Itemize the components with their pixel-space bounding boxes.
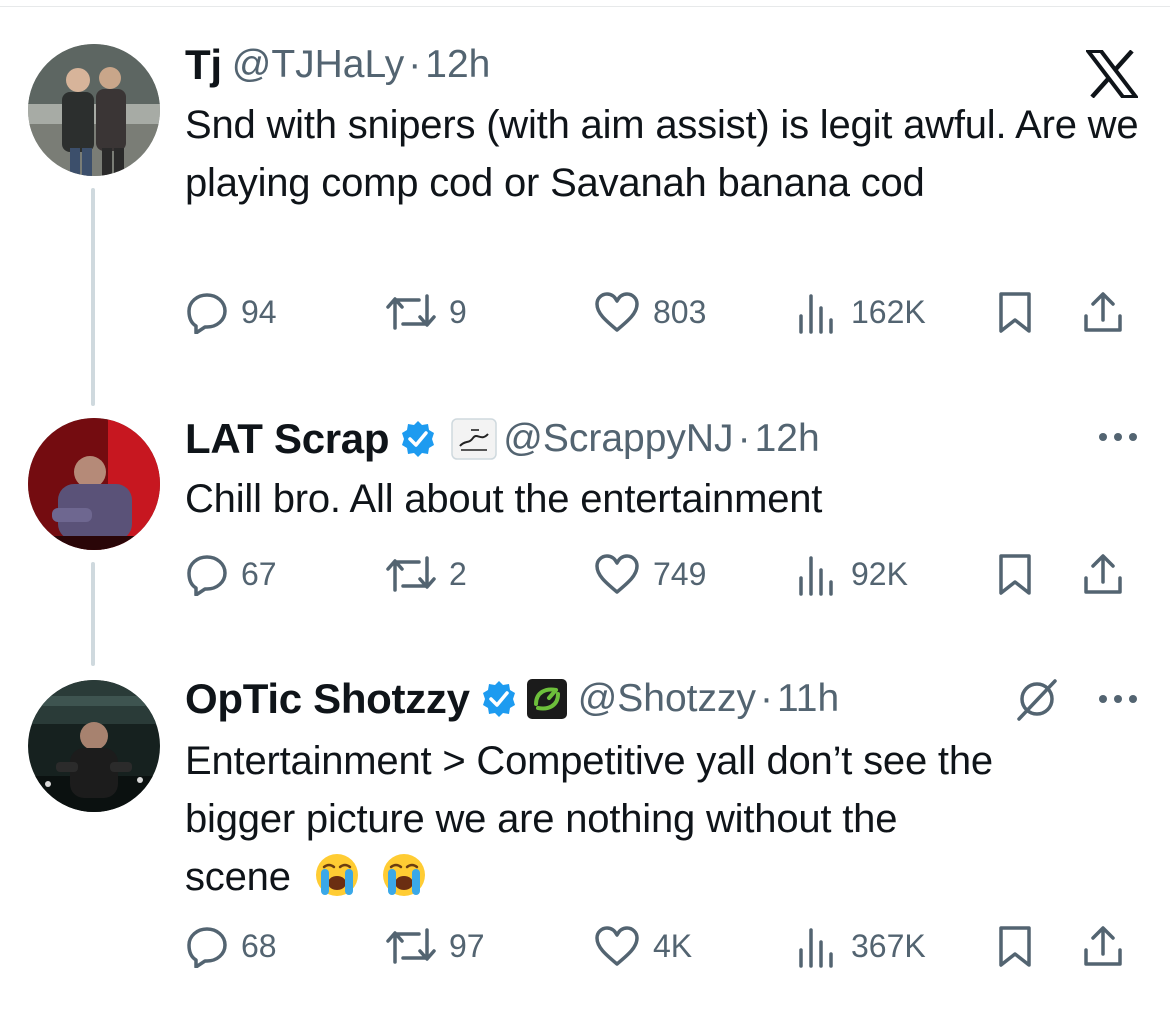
- views-icon: [795, 924, 839, 968]
- mute-icon: [1014, 679, 1060, 726]
- reply-count: 68: [241, 927, 277, 964]
- views-button[interactable]: 367K: [795, 924, 926, 968]
- like-count: 4K: [653, 927, 693, 964]
- reply-button[interactable]: 68: [185, 924, 277, 968]
- share-icon: [1081, 924, 1125, 968]
- tweet-text: Entertainment > Competitive yall don’t s…: [185, 732, 1145, 906]
- like-button[interactable]: 4K: [593, 924, 692, 968]
- text-line: bigger picture we are nothing without th…: [185, 797, 898, 841]
- text-line: scene: [185, 848, 1145, 906]
- tweet-3[interactable]: OpTic Shotzzy @Shotzzy · 11h Entertainme…: [0, 0, 1170, 1015]
- timestamp[interactable]: 11h: [777, 677, 839, 721]
- loudly-crying-face-emoji: [381, 852, 427, 898]
- repost-icon: [385, 924, 437, 968]
- username[interactable]: @Shotzzy: [578, 677, 756, 721]
- repost-count: 97: [449, 927, 485, 964]
- mute-button[interactable]: [1014, 676, 1060, 727]
- avatar[interactable]: [28, 680, 160, 812]
- affiliate-badge-icon[interactable]: [526, 678, 568, 720]
- bookmark-icon: [997, 924, 1033, 968]
- display-name[interactable]: OpTic Shotzzy: [185, 675, 470, 723]
- verified-badge-icon: [480, 680, 518, 718]
- text-line: Entertainment > Competitive yall don’t s…: [185, 739, 993, 783]
- more-icon: [1098, 692, 1138, 709]
- bookmark-button[interactable]: [997, 924, 1033, 968]
- loudly-crying-face-emoji: [314, 852, 360, 898]
- heart-icon: [593, 924, 641, 968]
- reply-icon: [185, 924, 229, 968]
- separator-dot: ·: [760, 677, 774, 720]
- view-count: 367K: [851, 927, 926, 964]
- text-line-text: scene: [185, 855, 291, 899]
- repost-button[interactable]: 97: [385, 924, 485, 968]
- share-button[interactable]: [1081, 924, 1125, 968]
- tweet-header: OpTic Shotzzy @Shotzzy · 11h: [185, 674, 839, 724]
- action-bar: 68 97 4K 367K: [185, 924, 1145, 974]
- more-button[interactable]: [1098, 692, 1138, 710]
